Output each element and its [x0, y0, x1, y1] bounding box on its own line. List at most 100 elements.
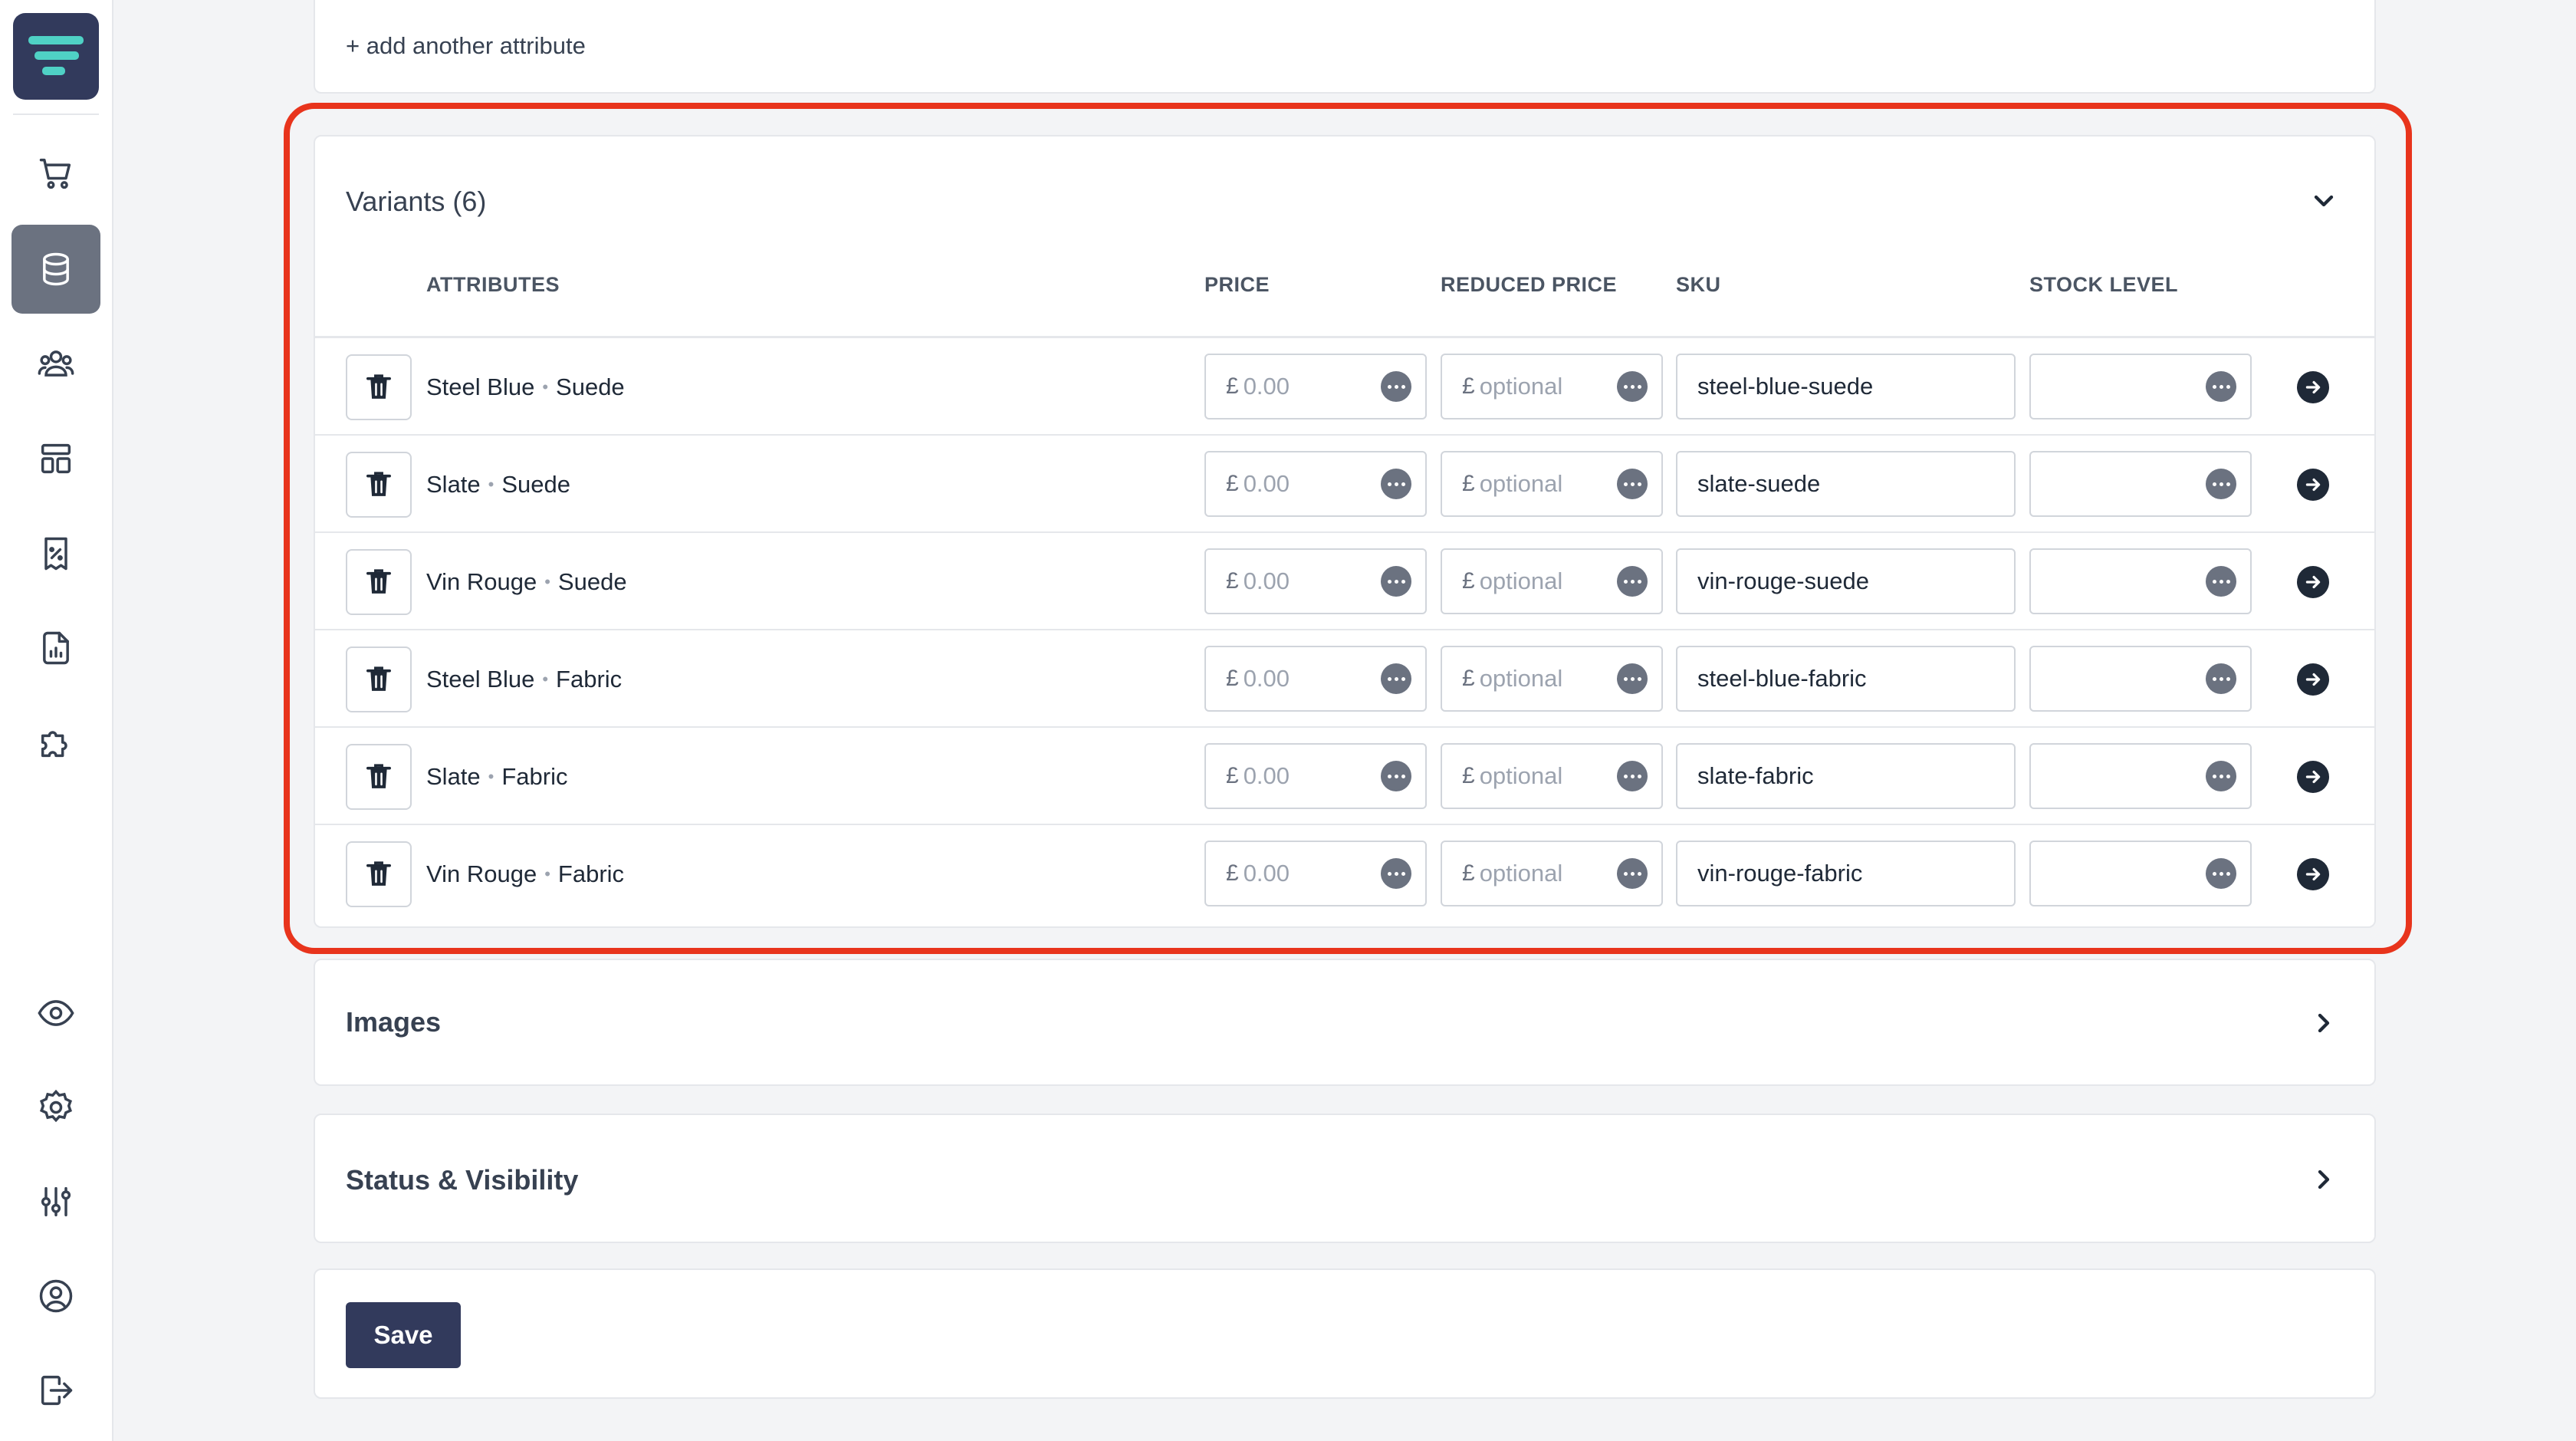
more-options-icon[interactable]: [1381, 469, 1411, 499]
sku-input[interactable]: steel-blue-fabric: [1676, 646, 2016, 712]
price-input[interactable]: £ 0.00: [1204, 354, 1427, 419]
settings-icon[interactable]: [12, 1063, 100, 1152]
separator-dot: •: [542, 669, 549, 689]
save-button[interactable]: Save: [346, 1302, 461, 1368]
price-input[interactable]: £ 0.00: [1204, 841, 1427, 906]
open-variant-button[interactable]: [2297, 371, 2329, 403]
cart-icon[interactable]: [12, 129, 100, 218]
users-icon[interactable]: [12, 319, 100, 408]
user-circle-icon[interactable]: [12, 1252, 100, 1341]
sku-value: vin-rouge-suede: [1697, 568, 1870, 594]
more-options-icon[interactable]: [2206, 858, 2236, 889]
sku-input[interactable]: vin-rouge-fabric: [1676, 841, 2016, 906]
more-options-icon[interactable]: [2206, 371, 2236, 402]
table-row: Slate • Suede £ 0.00 £ optional slate-su…: [315, 436, 2374, 533]
variants-table-body: Steel Blue • Suede £ 0.00 £ optional ste…: [315, 338, 2374, 929]
more-options-icon[interactable]: [1617, 371, 1648, 402]
reduced-price-input[interactable]: £ optional: [1441, 841, 1663, 906]
sku-value: slate-suede: [1697, 470, 1821, 497]
more-options-icon[interactable]: [2206, 663, 2236, 694]
stock-level-input[interactable]: [2029, 548, 2252, 614]
more-options-icon[interactable]: [2206, 469, 2236, 499]
delete-variant-button[interactable]: [346, 452, 412, 518]
table-row: Steel Blue • Fabric £ 0.00 £ optional st…: [315, 630, 2374, 728]
trash-icon: [366, 666, 392, 691]
separator-dot: •: [488, 474, 495, 494]
more-options-icon[interactable]: [1381, 566, 1411, 597]
open-variant-button[interactable]: [2297, 663, 2329, 696]
price-placeholder: 0.00: [1243, 665, 1290, 692]
open-variant-button[interactable]: [2297, 858, 2329, 890]
more-options-icon[interactable]: [1617, 663, 1648, 694]
logout-icon[interactable]: [12, 1346, 100, 1435]
logo-icon[interactable]: [13, 13, 99, 100]
more-options-icon[interactable]: [1381, 663, 1411, 694]
layout-icon[interactable]: [12, 414, 100, 503]
status-visibility-card[interactable]: Status & Visibility: [314, 1114, 2376, 1243]
more-options-icon[interactable]: [1617, 469, 1648, 499]
separator-dot: •: [544, 571, 550, 591]
more-options-icon[interactable]: [1381, 858, 1411, 889]
more-options-icon[interactable]: [2206, 761, 2236, 791]
more-options-icon[interactable]: [2206, 566, 2236, 597]
sliders-icon[interactable]: [12, 1157, 100, 1246]
variant-attributes: Vin Rouge • Fabric: [426, 825, 624, 923]
currency-symbol: £: [1462, 373, 1475, 399]
sku-value: steel-blue-suede: [1697, 373, 1874, 400]
add-attribute-link[interactable]: + add another attribute: [346, 32, 586, 60]
trash-icon: [366, 569, 392, 594]
price-placeholder: 0.00: [1243, 762, 1290, 789]
currency-symbol: £: [1226, 763, 1239, 788]
price-input[interactable]: £ 0.00: [1204, 743, 1427, 809]
chevron-right-icon[interactable]: [2308, 1008, 2339, 1038]
more-options-icon[interactable]: [1381, 371, 1411, 402]
report-icon[interactable]: [12, 604, 100, 693]
stock-level-input[interactable]: [2029, 646, 2252, 712]
more-options-icon[interactable]: [1381, 761, 1411, 791]
variant-material: Suede: [556, 373, 625, 400]
stock-level-input[interactable]: [2029, 743, 2252, 809]
reduced-price-placeholder: optional: [1479, 568, 1563, 594]
chevron-down-icon[interactable]: [2308, 186, 2339, 216]
reduced-price-input[interactable]: £ optional: [1441, 743, 1663, 809]
stock-level-input[interactable]: [2029, 451, 2252, 517]
more-options-icon[interactable]: [1617, 858, 1648, 889]
stock-level-input[interactable]: [2029, 354, 2252, 419]
receipt-discount-icon[interactable]: [12, 509, 100, 598]
currency-symbol: £: [1226, 471, 1239, 496]
reduced-price-input[interactable]: £ optional: [1441, 354, 1663, 419]
database-icon[interactable]: [12, 225, 100, 314]
variant-color: Vin Rouge: [426, 860, 537, 887]
sku-input[interactable]: steel-blue-suede: [1676, 354, 2016, 419]
sku-input[interactable]: slate-suede: [1676, 451, 2016, 517]
images-card[interactable]: Images: [314, 959, 2376, 1086]
delete-variant-button[interactable]: [346, 744, 412, 810]
sku-input[interactable]: vin-rouge-suede: [1676, 548, 2016, 614]
more-options-icon[interactable]: [1617, 566, 1648, 597]
more-options-icon[interactable]: [1617, 761, 1648, 791]
open-variant-button[interactable]: [2297, 761, 2329, 793]
price-input[interactable]: £ 0.00: [1204, 548, 1427, 614]
price-input[interactable]: £ 0.00: [1204, 646, 1427, 712]
open-variant-button[interactable]: [2297, 566, 2329, 598]
variant-attributes: Steel Blue • Suede: [426, 338, 625, 436]
price-placeholder: 0.00: [1243, 470, 1290, 497]
puzzle-icon[interactable]: [12, 698, 100, 787]
table-row: Vin Rouge • Fabric £ 0.00 £ optional vin…: [315, 825, 2374, 923]
open-variant-button[interactable]: [2297, 469, 2329, 501]
delete-variant-button[interactable]: [346, 354, 412, 420]
stock-level-input[interactable]: [2029, 841, 2252, 906]
reduced-price-input[interactable]: £ optional: [1441, 646, 1663, 712]
eye-icon[interactable]: [12, 969, 100, 1058]
separator-dot: •: [544, 864, 550, 883]
reduced-price-input[interactable]: £ optional: [1441, 548, 1663, 614]
sku-input[interactable]: slate-fabric: [1676, 743, 2016, 809]
delete-variant-button[interactable]: [346, 646, 412, 712]
price-input[interactable]: £ 0.00: [1204, 451, 1427, 517]
delete-variant-button[interactable]: [346, 549, 412, 615]
delete-variant-button[interactable]: [346, 841, 412, 907]
reduced-price-input[interactable]: £ optional: [1441, 451, 1663, 517]
chevron-right-icon[interactable]: [2308, 1164, 2339, 1195]
arrow-right-icon: [2305, 673, 2321, 686]
table-row: Steel Blue • Suede £ 0.00 £ optional ste…: [315, 338, 2374, 436]
